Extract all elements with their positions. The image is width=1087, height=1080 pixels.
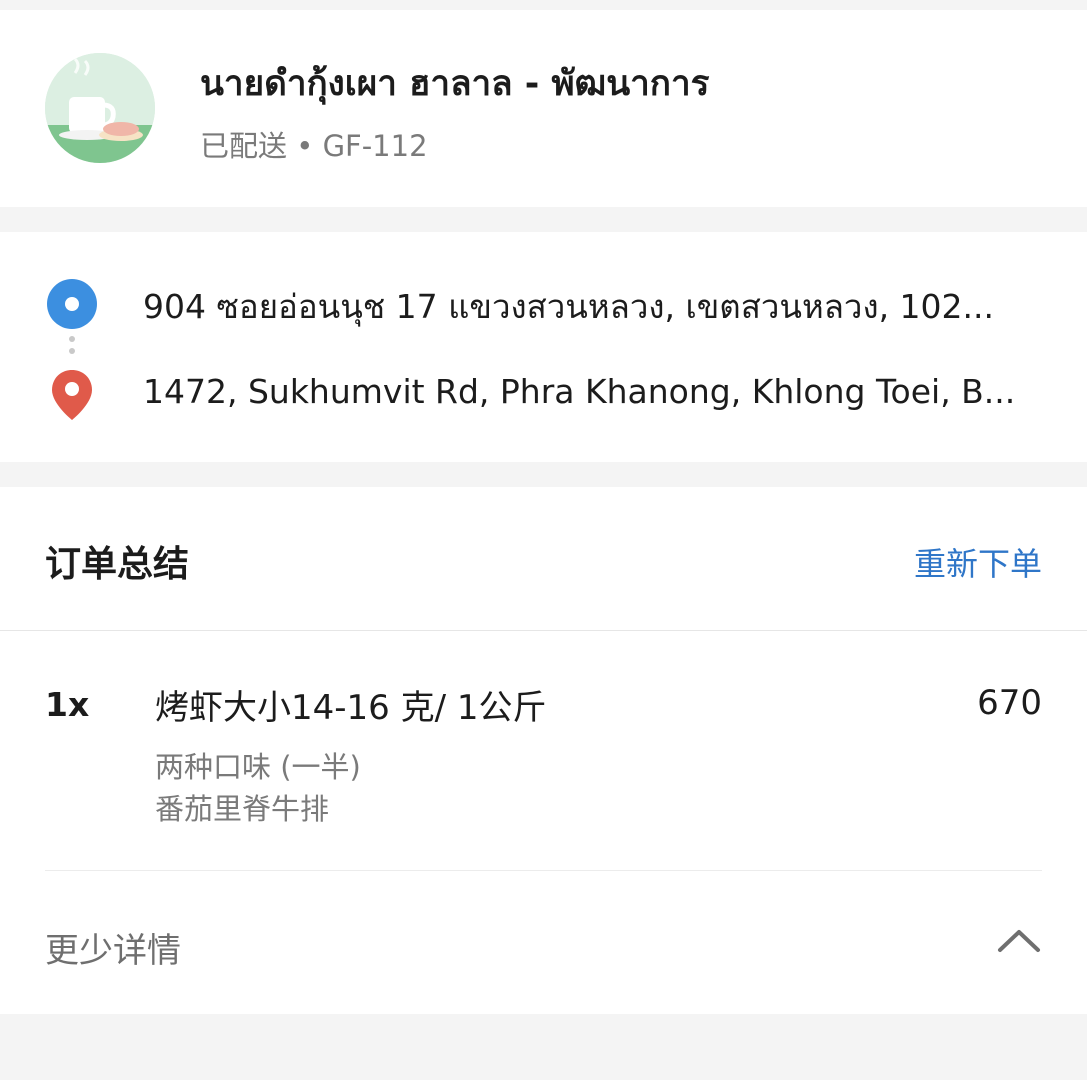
route-card: 904 ซอยอ่อนนุช 17 แขวงสวนหลวง, เขตสวนหลว… (0, 232, 1087, 462)
item-quantity: 1x (45, 685, 90, 724)
item-option: 两种口味 (一半) (155, 750, 361, 784)
divider (45, 870, 1042, 871)
pickup-address: 904 ซอยอ่อนนุช 17 แขวงสวนหลวง, เขตสวนหลว… (143, 287, 995, 326)
pickup-dot-icon (47, 279, 97, 329)
restaurant-name: นายดำกุ้งเผา ฮาลาล - พัฒนาการ (200, 64, 710, 104)
order-status-line: 已配送 • GF-112 (200, 123, 428, 165)
chevron-up-icon[interactable] (996, 925, 1042, 955)
restaurant-avatar (45, 53, 155, 163)
reorder-button[interactable]: 重新下单 (914, 539, 1042, 585)
separator-dot: • (296, 129, 314, 163)
order-summary-card: 订单总结 重新下单 1x 烤虾大小14-16 克/ 1公斤 670 两种口味 (… (0, 487, 1087, 1014)
item-price: 670 (977, 683, 1042, 723)
route-connector (69, 336, 75, 362)
item-name: 烤虾大小14-16 克/ 1公斤 (155, 688, 547, 728)
coffee-cup-icon (45, 53, 155, 163)
location-pin-icon (52, 370, 92, 420)
less-details-toggle[interactable]: 更少详情 (45, 923, 181, 972)
dropoff-address: 1472, Sukhumvit Rd, Phra Khanong, Khlong… (143, 372, 1016, 411)
order-code: GF-112 (322, 129, 428, 163)
delivery-status: 已配送 (200, 129, 288, 163)
item-option: 番茄里脊牛排 (155, 792, 330, 826)
divider (0, 630, 1087, 631)
restaurant-header-card: นายดำกุ้งเผา ฮาลาล - พัฒนาการ 已配送 • GF-1… (0, 10, 1087, 207)
order-summary-title: 订单总结 (45, 544, 190, 585)
